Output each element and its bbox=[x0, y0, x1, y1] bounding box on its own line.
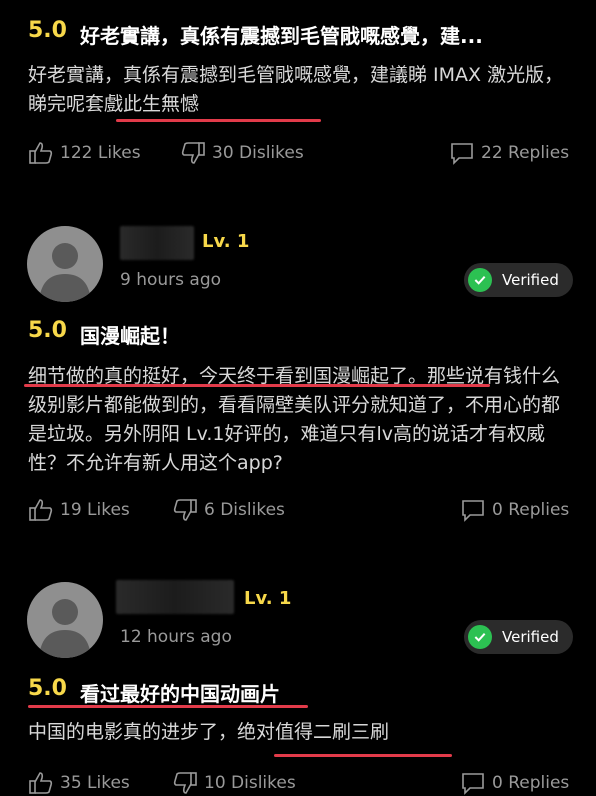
review3-body: 中国的电影真的进步了，绝对值得二刷三刷 bbox=[28, 721, 390, 743]
review3-like-button[interactable]: 35 Likes bbox=[28, 770, 130, 796]
review3-replies: 0 Replies bbox=[492, 773, 570, 793]
thumbs-up-icon bbox=[29, 772, 53, 794]
review1-reply-button[interactable]: 22 Replies bbox=[449, 140, 569, 166]
review3-avatar[interactable] bbox=[27, 582, 103, 658]
review2-body: 细节做的真的挺好，今天终于看到国漫崛起了。那些说有钱什么级别影片都能做到的，看看… bbox=[28, 365, 561, 474]
review1-dislike-button[interactable]: 30 Dislikes bbox=[180, 140, 304, 166]
default-avatar-icon bbox=[39, 243, 91, 302]
review2-dislikes: 6 Dislikes bbox=[204, 500, 285, 520]
review1-dislikes: 30 Dislikes bbox=[212, 143, 304, 163]
review1-highlight-underline bbox=[116, 119, 321, 122]
review2-dislike-button[interactable]: 6 Dislikes bbox=[172, 497, 285, 523]
review1-likes: 122 Likes bbox=[60, 143, 141, 163]
review1-replies: 22 Replies bbox=[481, 143, 570, 163]
review1-like-button[interactable]: 122 Likes bbox=[28, 140, 141, 166]
review1-body: 好老實講，真係有震撼到毛管戙嘅感覺，建議睇 IMAX 激光版，睇完呢套戲此生無憾 bbox=[28, 64, 564, 115]
review1-title: 好老實講，真係有震撼到毛管戙嘅感覺，建... bbox=[80, 24, 483, 48]
checkmark-icon bbox=[468, 268, 492, 292]
review3-rating: 5.0 bbox=[28, 676, 67, 701]
comment-bubble-icon bbox=[451, 143, 473, 165]
review1-rating: 5.0 bbox=[28, 18, 67, 43]
review2-likes: 19 Likes bbox=[60, 500, 130, 520]
review2-replies: 0 Replies bbox=[492, 500, 570, 520]
default-avatar-icon bbox=[39, 599, 91, 658]
review2-username-blurred bbox=[120, 226, 194, 260]
review2-time: 9 hours ago bbox=[120, 270, 222, 290]
review3-title: 看过最好的中国动画片 bbox=[80, 682, 280, 706]
review3-verified-badge: Verified bbox=[464, 620, 573, 654]
review3-dislikes: 10 Dislikes bbox=[204, 773, 296, 793]
review3-time: 12 hours ago bbox=[120, 627, 232, 647]
review3-title-underline bbox=[28, 705, 308, 708]
thumbs-up-icon bbox=[29, 142, 53, 164]
review3-highlight-underline bbox=[274, 754, 452, 757]
review2-verified-badge: Verified bbox=[464, 263, 573, 297]
comment-bubble-icon bbox=[462, 773, 484, 795]
review3-dislike-button[interactable]: 10 Dislikes bbox=[172, 770, 296, 796]
checkmark-icon bbox=[468, 625, 492, 649]
review2-verified-label: Verified bbox=[502, 271, 559, 289]
review2-highlight-underline bbox=[24, 384, 490, 387]
review2-title: 国漫崛起！ bbox=[80, 324, 180, 348]
review2-rating: 5.0 bbox=[28, 318, 67, 343]
thumbs-up-icon bbox=[29, 499, 53, 521]
review2-like-button[interactable]: 19 Likes bbox=[28, 497, 130, 523]
thumbs-down-icon bbox=[173, 499, 197, 521]
review2-level: Lv. 1 bbox=[202, 231, 250, 252]
comment-bubble-icon bbox=[462, 500, 484, 522]
review2-avatar[interactable] bbox=[27, 226, 103, 302]
review2-reply-button[interactable]: 0 Replies bbox=[460, 497, 569, 523]
review3-level: Lv. 1 bbox=[244, 588, 292, 609]
review3-likes: 35 Likes bbox=[60, 773, 130, 793]
thumbs-down-icon bbox=[181, 142, 205, 164]
review3-username-blurred bbox=[116, 580, 234, 614]
review3-reply-button[interactable]: 0 Replies bbox=[460, 770, 569, 796]
review3-verified-label: Verified bbox=[502, 628, 559, 646]
thumbs-down-icon bbox=[173, 772, 197, 794]
